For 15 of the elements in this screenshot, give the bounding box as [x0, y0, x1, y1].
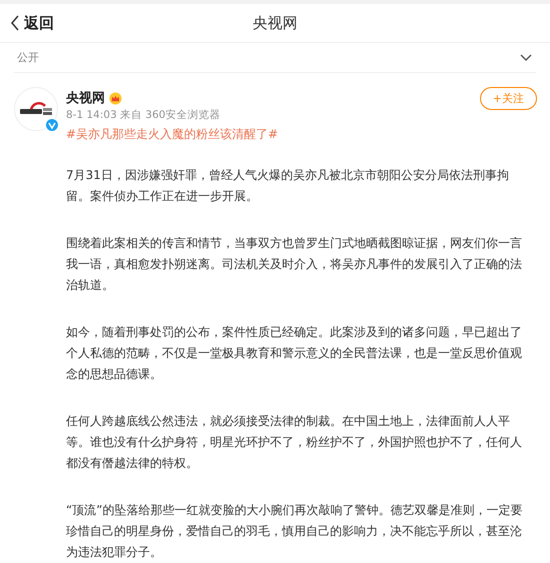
author-name[interactable]: 央视网 — [66, 89, 105, 107]
page-title: 央视网 — [252, 14, 298, 32]
post-paragraph: 围绕着此案相关的传言和情节，当事双方也曾罗生门式地晒截图晾证据，网友们你一言我一语，真相愈发扑朔迷离。司法机关及时介入，将吴亦凡事件的发展引入了正确的法治轨道。 — [66, 235, 523, 294]
post-paragraph: “顶流”的坠落给那些一红就变脸的大小腕们再次敲响了警钟。德艺双馨是准则，一定要珍惜自己的明星身份，爱惜自己的羽毛，慎用自己的影响力，决不能忘乎所以，甚至沦为违法犯罪分子。 — [66, 502, 524, 561]
visibility-selector[interactable]: 公开 — [14, 43, 536, 73]
back-icon — [10, 15, 20, 31]
post-paragraph: 7月31日，因涉嫌强奸罪，曾经人气火爆的吴亦凡被北京市朝阳公安分局依法刑事拘留。案件侦办工作正在进一步开展。 — [66, 167, 510, 205]
post-paragraph: 如今，随着刑事处罚的公布，案件性质已经确定。此案涉及到的诸多问题，早已超出了个人私德的范畴，不仅是一堂极具教育和警示意义的全民普法课，也是一堂反思价值观念的思想品德课。 — [66, 324, 523, 383]
post-meta: 8-1 14:03 来自 360安全浏览器 — [66, 108, 222, 122]
back-button[interactable]: 返回 — [0, 14, 54, 32]
crown-icon — [109, 92, 122, 104]
follow-button[interactable]: +关注 — [480, 87, 537, 110]
hashtag-link[interactable]: #吴亦凡那些走火入魔的粉丝该清醒了# — [66, 126, 278, 143]
post-paragraph: 任何人跨越底线公然违法，就必须接受法律的制裁。在中国土地上，法律面前人人平等。谁也没有什么护身符，明星光环护不了，粉丝护不了，外国护照也护不了，任何人都没有僭越法律的特权。 — [66, 413, 523, 472]
avatar[interactable] — [14, 87, 58, 131]
